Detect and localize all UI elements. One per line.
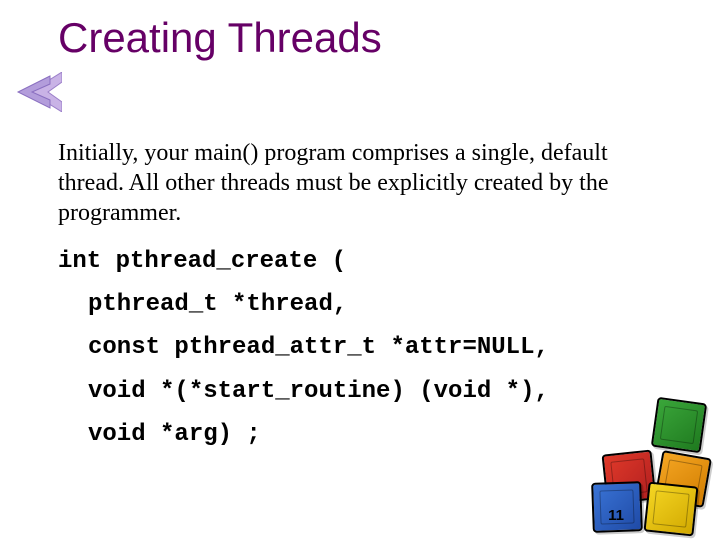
cube-yellow-icon — [644, 482, 699, 537]
code-line-3: const pthread_attr_t *attr=NULL, — [58, 326, 678, 369]
code-line-2: pthread_t *thread, — [58, 283, 678, 326]
slide-title: Creating Threads — [58, 14, 382, 62]
cube-green-icon — [651, 397, 707, 453]
body-paragraph: Initially, your main() program comprises… — [58, 138, 658, 228]
code-line-1: int pthread_create ( — [58, 240, 678, 283]
page-number: 11 — [608, 507, 624, 524]
blocks-clipart — [584, 394, 714, 534]
arrow-decoration — [0, 72, 62, 112]
